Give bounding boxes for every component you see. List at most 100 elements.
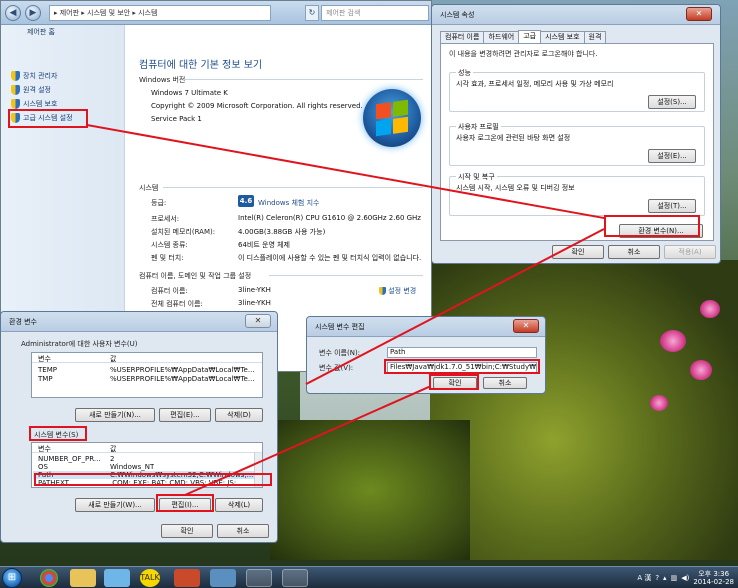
startup-recovery-title: 시작 및 복구 — [456, 172, 497, 182]
forward-button[interactable]: ▶ — [25, 5, 41, 21]
user-delete-button[interactable]: 삭제(D) — [215, 408, 263, 422]
refresh-button[interactable]: ↻ — [305, 5, 319, 21]
column-header-value[interactable]: 값 — [110, 354, 116, 364]
full-name-value: 3line-YKH — [238, 299, 271, 307]
divider — [183, 79, 423, 80]
processor-value: Intel(R) Celeron(R) CPU G1610 @ 2.60GHz … — [238, 214, 421, 222]
list-header: 변수 값 — [32, 353, 262, 363]
tab-strip: 컴퓨터 이름 하드웨어 고급 시스템 보호 원격 — [440, 30, 607, 43]
device-manager-link[interactable]: 장치 관리자 — [11, 70, 57, 82]
user-edit-button[interactable]: 편집(E)... — [159, 408, 211, 422]
copyright-text: Copyright © 2009 Microsoft Corporation. … — [151, 102, 363, 110]
user-var-name[interactable]: TEMP — [38, 366, 57, 374]
user-profiles-title: 사용자 프로필 — [456, 122, 501, 132]
processor-label: 프로세서: — [151, 215, 180, 223]
system-var-name[interactable]: OS — [38, 463, 48, 471]
highlight-edit-button — [156, 494, 214, 512]
ok-button[interactable]: 확인 — [161, 524, 213, 538]
system-var-value[interactable]: 2 — [110, 455, 114, 463]
flower-decoration — [690, 360, 712, 380]
flower-decoration — [660, 330, 686, 352]
user-vars-list[interactable]: 변수 값 TEMP %USERPROFILE%₩AppData₩Local₩Te… — [31, 352, 263, 398]
startup-recovery-desc: 시스템 시작, 시스템 오류 및 디버깅 정보 — [456, 184, 575, 192]
column-header-variable[interactable]: 변수 — [38, 354, 51, 364]
clock-date: 2014-02-28 — [693, 578, 734, 586]
windows-flag-icon — [376, 99, 408, 137]
divider — [163, 187, 423, 188]
user-new-button[interactable]: 새로 만들기(N)... — [75, 408, 155, 422]
help-icon[interactable]: ? — [655, 574, 659, 582]
game-icon[interactable] — [174, 569, 200, 587]
tab-hardware[interactable]: 하드웨어 — [483, 31, 520, 43]
titlebar[interactable]: 환경 변수 ✕ — [1, 312, 277, 332]
network-icon[interactable]: ▥ — [671, 574, 678, 582]
volume-icon[interactable]: ◀) — [681, 574, 689, 582]
network-section-heading: 컴퓨터 이름, 도메인 및 작업 그룹 설정 — [139, 272, 252, 280]
performance-title: 성능 — [456, 68, 473, 78]
change-settings-label: 설정 변경 — [388, 287, 417, 295]
cancel-button[interactable]: 취소 — [483, 377, 527, 389]
messenger-icon[interactable] — [104, 569, 130, 587]
performance-group: 성능 시각 효과, 프로세서 일정, 메모리 사용 및 가상 메모리 설정(S)… — [449, 68, 705, 112]
control-panel-taskbar-icon[interactable] — [246, 569, 272, 587]
startup-recovery-settings-button[interactable]: 설정(T)... — [648, 199, 696, 213]
clock-time: 오후 3:36 — [698, 570, 730, 578]
column-header-variable[interactable]: 변수 — [38, 444, 51, 454]
performance-settings-button[interactable]: 설정(S)... — [648, 95, 696, 109]
apply-button[interactable]: 적용(A) — [664, 245, 716, 259]
user-vars-heading: Administrator에 대한 사용자 변수(U) — [21, 340, 138, 348]
ram-label: 설치된 메모리(RAM): — [151, 228, 216, 236]
control-panel-home-link[interactable]: 제어판 홈 — [27, 27, 55, 37]
user-profiles-group: 사용자 프로필 사용자 로그온에 관련된 바탕 화면 설정 설정(E)... — [449, 122, 705, 166]
media-icon[interactable] — [210, 569, 236, 587]
change-settings-link[interactable]: 설정 변경 — [379, 286, 416, 296]
cancel-button[interactable]: 취소 — [217, 524, 269, 538]
remote-settings-link[interactable]: 원격 설정 — [11, 84, 51, 96]
variable-name-input[interactable]: Path — [387, 347, 537, 358]
cancel-button[interactable]: 취소 — [608, 245, 660, 259]
experience-index-link[interactable]: Windows 체험 지수 — [258, 198, 319, 208]
tab-system-protection[interactable]: 시스템 보호 — [540, 31, 585, 43]
close-button[interactable]: ✕ — [245, 314, 271, 328]
search-input[interactable]: 제어판 검색 — [321, 5, 429, 21]
system-properties-taskbar-icon[interactable] — [282, 569, 308, 587]
highlight-advanced-settings — [8, 109, 88, 128]
list-header: 변수 값 — [32, 443, 262, 453]
system-type-label: 시스템 종류: — [151, 241, 188, 249]
column-header-value[interactable]: 값 — [110, 444, 116, 454]
system-protection-label: 시스템 보호 — [23, 100, 58, 108]
kakaotalk-icon[interactable]: TALK — [140, 569, 160, 587]
language-indicator[interactable]: A 漢 — [637, 573, 651, 583]
close-button[interactable]: ✕ — [686, 7, 712, 21]
clock[interactable]: 오후 3:36 2014-02-28 — [693, 570, 734, 586]
back-button[interactable]: ◀ — [5, 5, 21, 21]
service-pack: Service Pack 1 — [151, 115, 202, 123]
tab-remote[interactable]: 원격 — [583, 31, 607, 43]
system-var-name[interactable]: NUMBER_OF_PR... — [38, 455, 108, 463]
user-profiles-settings-button[interactable]: 설정(E)... — [648, 149, 696, 163]
user-var-value[interactable]: %USERPROFILE%₩AppData₩Local₩Te... — [110, 366, 260, 374]
start-button[interactable]: ⊞ — [2, 568, 22, 588]
system-delete-button[interactable]: 삭제(L) — [215, 498, 263, 512]
tray-expand-icon[interactable]: ▴ — [663, 574, 667, 582]
user-var-name[interactable]: TMP — [38, 375, 53, 383]
dialog-title: 시스템 속성 — [440, 11, 475, 19]
breadcrumb[interactable]: ▸ 제어판 ▸ 시스템 및 보안 ▸ 시스템 — [49, 5, 271, 21]
shield-icon — [11, 99, 20, 109]
windows-edition: Windows 7 Ultimate K — [151, 89, 228, 97]
highlight-value-input — [384, 359, 540, 374]
folder-icon[interactable] — [70, 569, 96, 587]
variable-name-label: 변수 이름(N): — [319, 349, 361, 357]
titlebar[interactable]: 시스템 속성 ✕ — [432, 5, 720, 25]
user-profiles-desc: 사용자 로그온에 관련된 바탕 화면 설정 — [456, 134, 571, 142]
system-var-value[interactable]: Windows_NT — [110, 463, 154, 471]
chrome-icon[interactable] — [40, 569, 58, 587]
user-var-value[interactable]: %USERPROFILE%₩AppData₩Local₩Te... — [110, 375, 260, 383]
close-button[interactable]: ✕ — [513, 319, 539, 333]
taskbar: ⊞ TALK A 漢 ? ▴ ▥ ◀) 오후 3:36 2014-02-28 — [0, 566, 738, 588]
tab-advanced[interactable]: 고급 — [518, 30, 542, 43]
edit-system-variable-dialog: 시스템 변수 편집 ✕ 변수 이름(N): Path 변수 값(V): File… — [306, 316, 546, 394]
tab-computer-name[interactable]: 컴퓨터 이름 — [440, 31, 485, 43]
system-tray: A 漢 ? ▴ ▥ ◀) 오후 3:36 2014-02-28 — [637, 569, 734, 587]
system-new-button[interactable]: 새로 만들기(W)... — [75, 498, 155, 512]
